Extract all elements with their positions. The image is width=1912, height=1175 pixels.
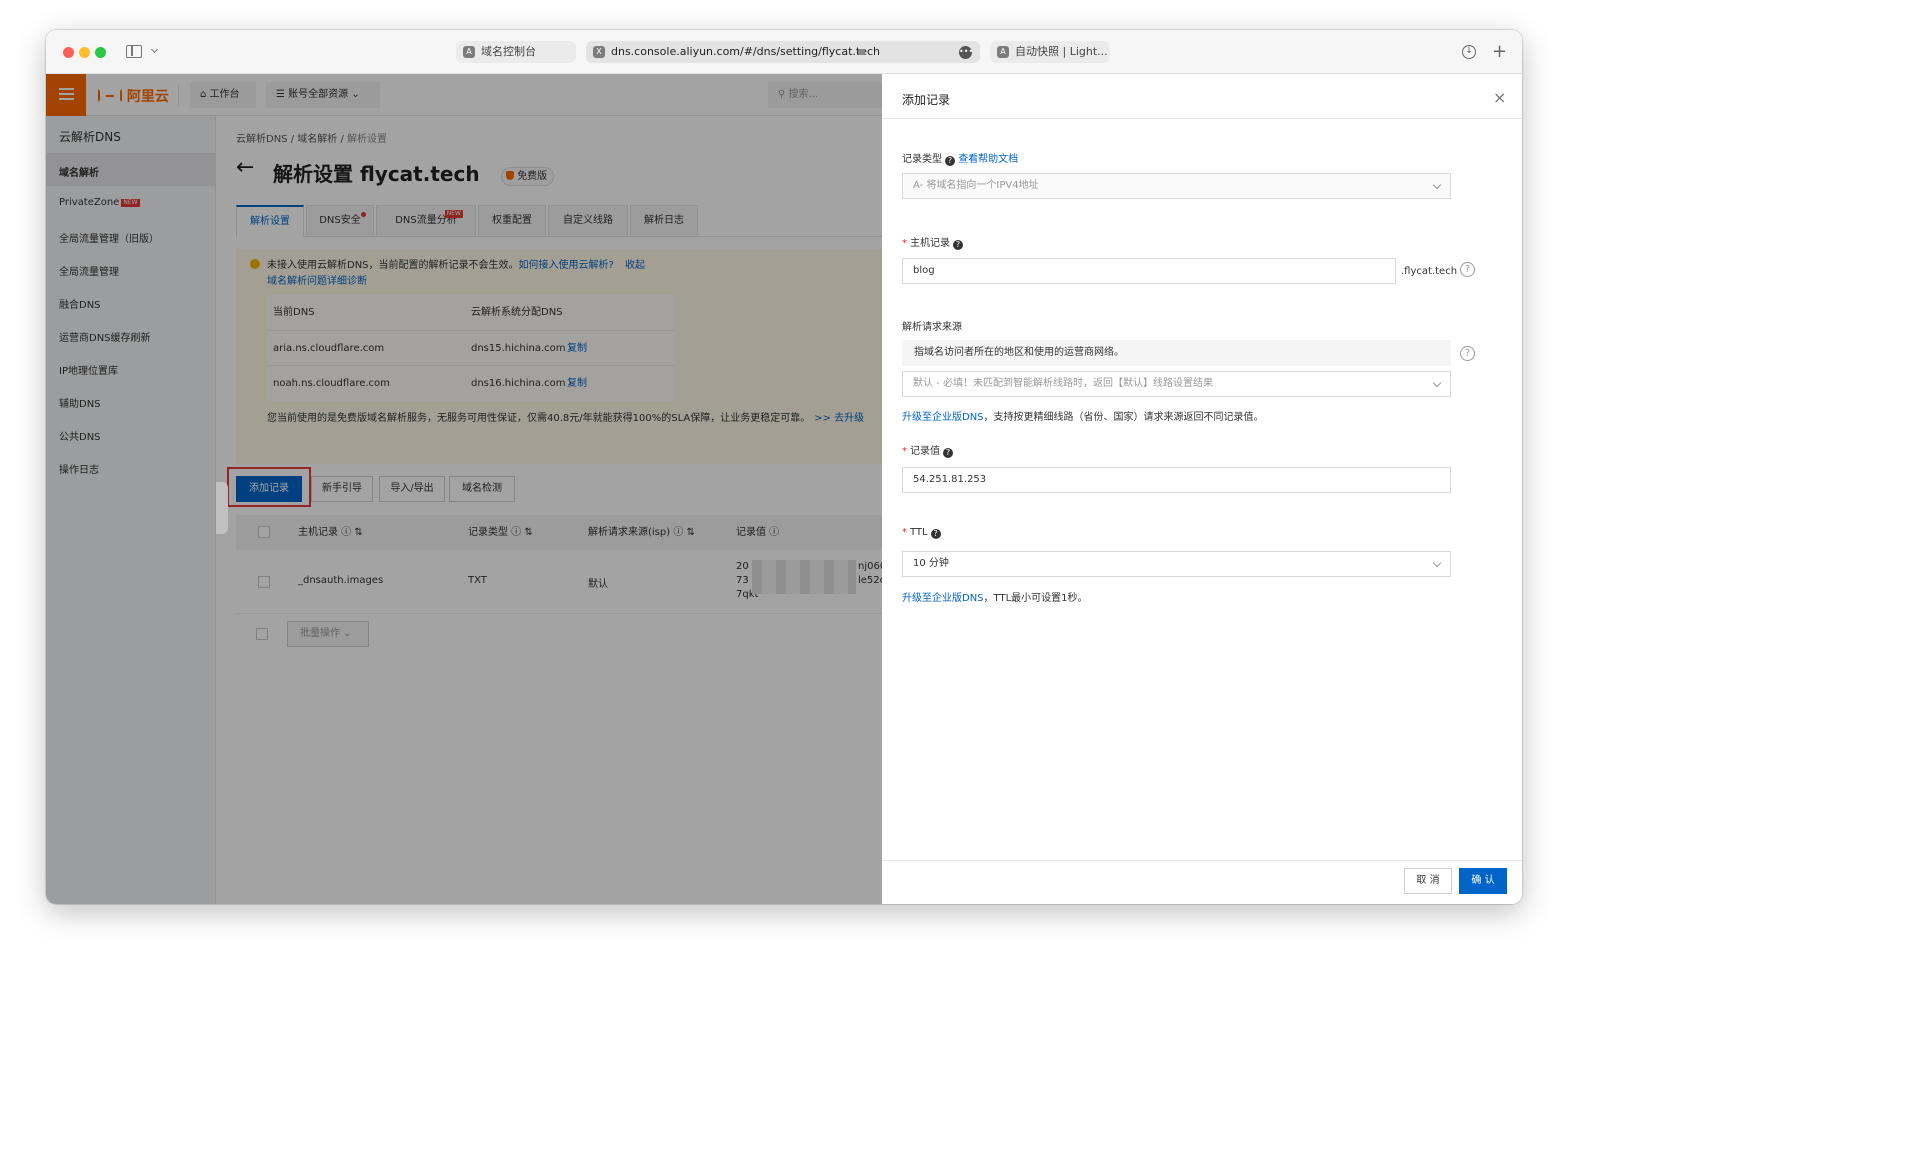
sidebar-toggle-icon[interactable] (126, 45, 142, 58)
help-icon: ? (945, 156, 955, 166)
question-circle-icon[interactable]: ? (1460, 262, 1475, 277)
help-icon: ? (930, 529, 941, 539)
ttl-upgrade-note: 升级至企业版DNS，TTL最小可设置1秒。 (902, 593, 1088, 604)
line-upgrade-note: 升级至企业版DNS，支持按更精细线路（省份、国家）请求来源返回不同记录值。 (902, 412, 1264, 423)
question-circle-icon[interactable]: ? (1460, 346, 1475, 361)
line-label: 解析请求来源 (902, 322, 962, 333)
help-doc-link[interactable]: 查看帮助文档 (958, 154, 1018, 165)
browser-tab[interactable]: A 自动快照 | Light... (990, 41, 1110, 63)
tab-favicon-icon: A (997, 46, 1009, 58)
confirm-button[interactable]: 确 认 (1459, 868, 1507, 894)
browser-toolbar: A 域名控制台 X dns.console.aliyun.com/#/dns/s… (46, 30, 1522, 74)
add-record-panel: 添加记录 × 记录类型? 查看帮助文档 A- 将域名指向一个IPV4地址 * 主机… (882, 74, 1522, 904)
chevron-down-icon[interactable] (150, 45, 159, 54)
help-icon: ? (943, 448, 953, 458)
panel-footer-divider (882, 860, 1522, 861)
lock-icon (858, 49, 865, 55)
browser-tab-active[interactable]: X dns.console.aliyun.com/#/dns/setting/f… (586, 41, 980, 63)
close-window-button[interactable] (63, 47, 74, 58)
ttl-select[interactable]: 10 分钟 (902, 551, 1451, 577)
close-icon[interactable]: × (1493, 88, 1506, 107)
host-record-input[interactable]: blog (902, 258, 1396, 284)
host-record-label: * 主机记录? (902, 234, 963, 250)
tab-favicon-icon: A (463, 46, 475, 58)
download-icon[interactable]: ↓ (1462, 45, 1476, 59)
record-value-input[interactable]: 54.251.81.253 (902, 467, 1451, 493)
address-url[interactable]: dns.console.aliyun.com/#/dns/setting/fly… (611, 41, 880, 63)
panel-divider (882, 118, 1522, 119)
record-value-label: * 记录值? (902, 442, 953, 458)
collapse-sidebar-handle[interactable] (216, 482, 228, 534)
modal-overlay[interactable] (46, 74, 882, 904)
browser-window: A 域名控制台 X dns.console.aliyun.com/#/dns/s… (46, 30, 1522, 904)
upgrade-enterprise-link[interactable]: 升级至企业版DNS (902, 412, 984, 423)
chevron-down-icon (1432, 558, 1442, 568)
tab-title: 域名控制台 (481, 45, 536, 58)
minimize-window-button[interactable] (79, 47, 90, 58)
button-label: 确 认 (1471, 875, 1495, 886)
record-type-label: 记录类型? 查看帮助文档 (902, 154, 1019, 166)
chevron-down-icon (1432, 378, 1442, 388)
line-select[interactable]: 默认 - 必填！未匹配到智能解析线路时，返回【默认】线路设置结果 (902, 371, 1451, 397)
panel-title: 添加记录 (902, 93, 951, 107)
tab-title: 自动快照 | Light... (1015, 45, 1108, 58)
ttl-label: * TTL? (902, 527, 941, 539)
upgrade-enterprise-link[interactable]: 升级至企业版DNS (902, 593, 984, 604)
more-icon[interactable]: ••• (959, 46, 973, 59)
browser-tab[interactable]: A 域名控制台 (456, 41, 576, 63)
button-label: 取 消 (1416, 875, 1440, 886)
new-tab-icon[interactable]: + (1492, 41, 1507, 62)
cancel-button[interactable]: 取 消 (1404, 868, 1452, 894)
domain-suffix: .flycat.tech (1401, 266, 1458, 277)
maximize-window-button[interactable] (95, 47, 106, 58)
tab-favicon-icon: X (593, 46, 605, 58)
line-hint: 指域名访问者所在的地区和使用的运营商网络。 (902, 340, 1451, 366)
chevron-down-icon (1432, 180, 1442, 190)
help-icon: ? (953, 240, 963, 250)
record-type-select[interactable]: A- 将域名指向一个IPV4地址 (902, 173, 1451, 199)
